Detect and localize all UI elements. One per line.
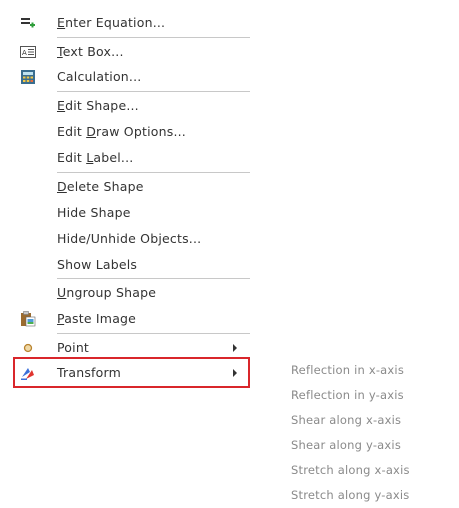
menu-item-hide-shape[interactable]: Hide Shape <box>14 200 254 225</box>
submenu-item-shear-x[interactable]: Shear along x-axis <box>291 408 401 433</box>
submenu-item-reflection-x[interactable]: Reflection in x-axis <box>291 358 404 383</box>
submenu-item-reflection-y[interactable]: Reflection in y-axis <box>291 383 404 408</box>
menu-item-hide-unhide-objects[interactable]: Hide/Unhide Objects... <box>14 226 254 251</box>
transform-submenu: Reflection in x-axis Reflection in y-axi… <box>283 358 453 508</box>
selection-highlight-frame <box>13 357 250 388</box>
menu-item-text-box[interactable]: A Text Box... <box>14 39 254 64</box>
submenu-item-shear-y[interactable]: Shear along y-axis <box>291 433 401 458</box>
menu-item-delete-shape[interactable]: Delete Shape <box>14 174 254 199</box>
menu-item-paste-image[interactable]: Paste Image <box>14 306 254 331</box>
submenu-item-stretch-y[interactable]: Stretch along y-axis <box>291 483 409 508</box>
menu-separator <box>57 37 250 38</box>
menu-separator <box>57 333 250 334</box>
equation-add-icon <box>20 14 36 30</box>
svg-text:A: A <box>22 49 27 57</box>
point-icon <box>20 339 36 355</box>
menu-item-edit-label[interactable]: Edit Label... <box>14 145 254 170</box>
menu-item-enter-equation[interactable]: Enter Equation... <box>14 10 254 35</box>
menu-item-calculation[interactable]: Calculation... <box>14 64 254 89</box>
submenu-arrow-icon <box>233 344 237 352</box>
screenshot: Enter Equation... A Text Box... Calculat… <box>0 0 459 508</box>
menu-separator <box>57 172 250 173</box>
text-box-icon: A <box>20 43 36 59</box>
submenu-item-stretch-x[interactable]: Stretch along x-axis <box>291 458 410 483</box>
menu-item-edit-draw-options[interactable]: Edit Draw Options... <box>14 119 254 144</box>
context-menu: Enter Equation... A Text Box... Calculat… <box>14 0 254 392</box>
menu-item-ungroup-shape[interactable]: Ungroup Shape <box>14 280 254 305</box>
menu-separator <box>57 278 250 279</box>
menu-separator <box>57 91 250 92</box>
menu-item-show-labels[interactable]: Show Labels <box>14 252 254 277</box>
menu-item-edit-shape[interactable]: Edit Shape... <box>14 93 254 118</box>
calculator-icon <box>20 68 36 84</box>
clipboard-icon <box>20 310 36 327</box>
